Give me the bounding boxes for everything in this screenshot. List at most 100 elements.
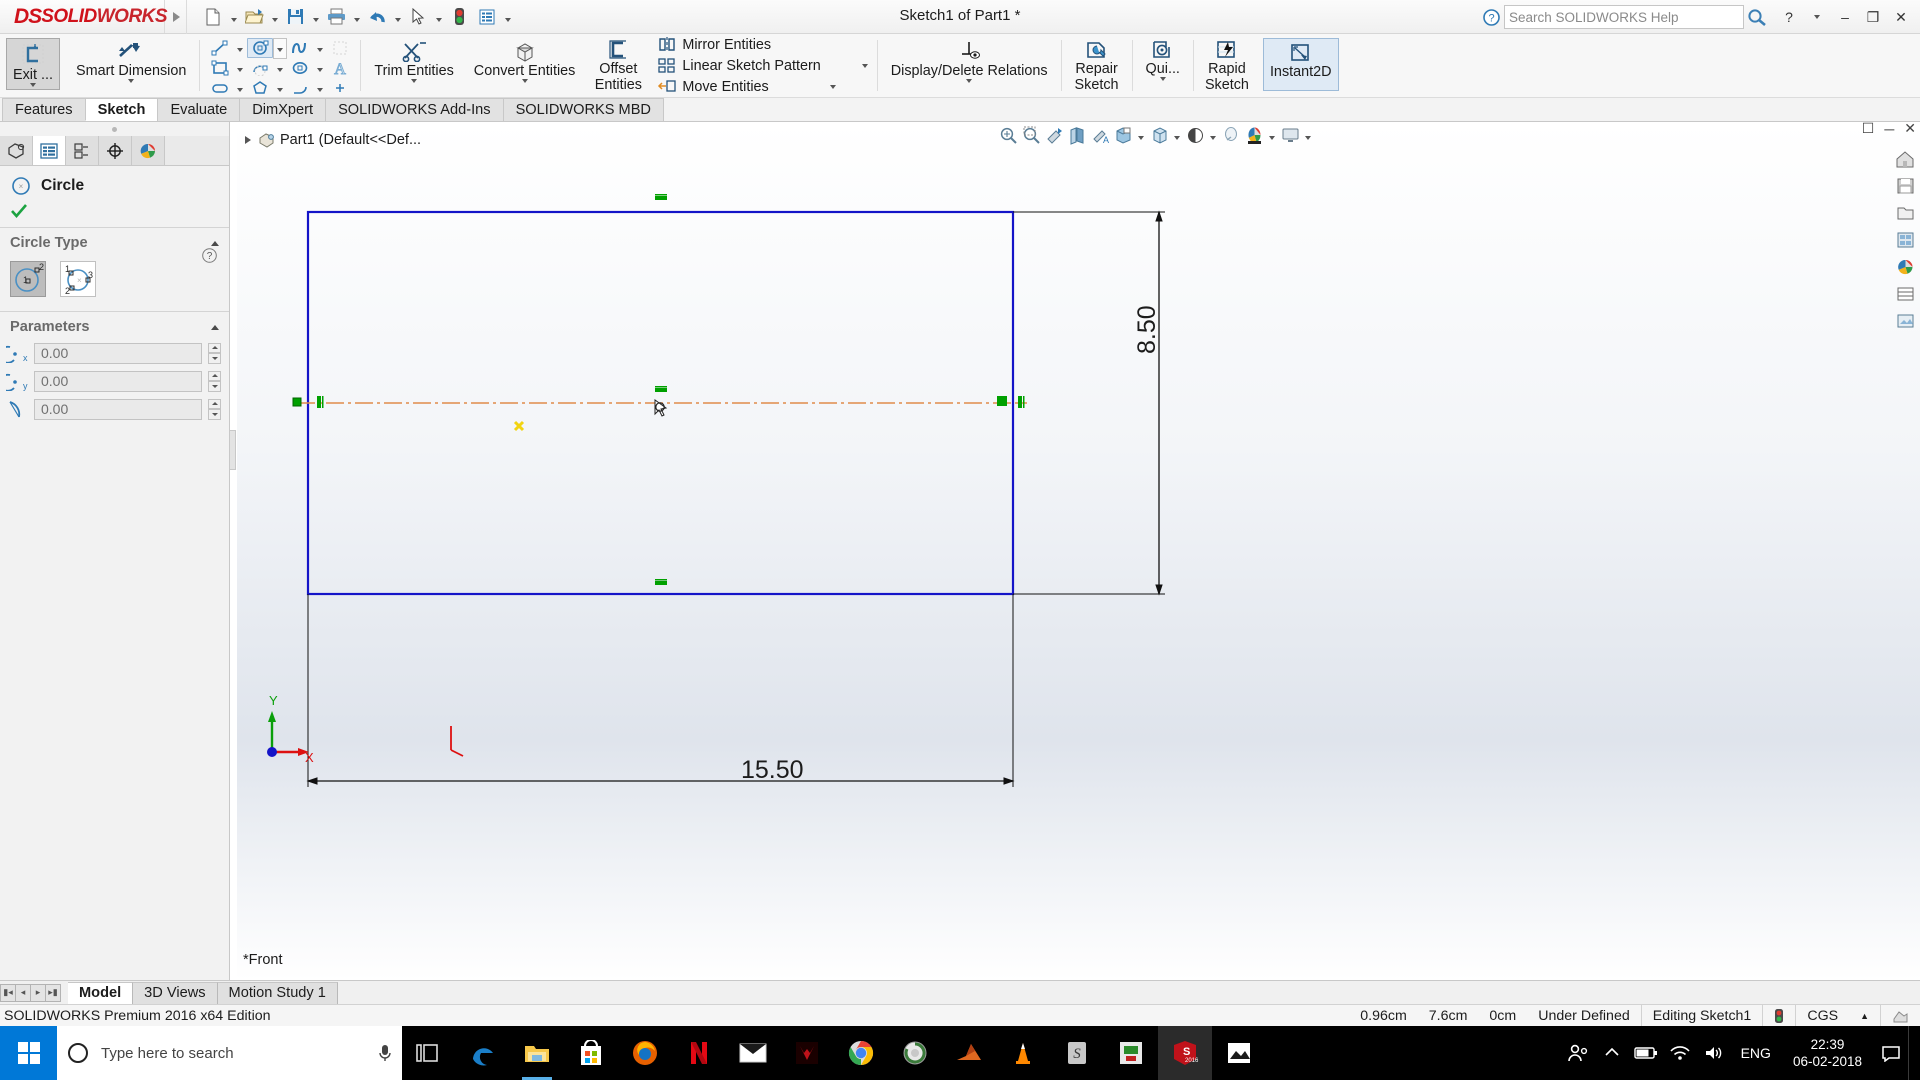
- traffic-light-rebuild-icon[interactable]: [445, 3, 473, 31]
- repair-sketch-button[interactable]: Repair Sketch: [1069, 34, 1125, 97]
- quick-snaps-dropdown-icon[interactable]: [1159, 77, 1166, 81]
- tab-features[interactable]: Features: [2, 98, 86, 121]
- rectangle-tool-dropdown-icon[interactable]: [233, 58, 247, 78]
- dimension-vertical-value[interactable]: 8.50: [1133, 305, 1162, 354]
- tab-solidworks-mbd[interactable]: SOLIDWORKS MBD: [502, 98, 664, 121]
- matlab-icon[interactable]: [942, 1026, 996, 1080]
- text-tool-icon[interactable]: A: [327, 58, 353, 78]
- taskbar-search-box[interactable]: Type here to search: [57, 1026, 402, 1080]
- spline-tool-icon[interactable]: [287, 38, 313, 58]
- center-y-stepper[interactable]: [208, 370, 221, 392]
- status-rebuild-indicator[interactable]: [1762, 1005, 1795, 1027]
- microsoft-edge-icon[interactable]: [456, 1026, 510, 1080]
- rectangle-tool-icon[interactable]: [207, 58, 233, 78]
- previous-tab-button[interactable]: ◂: [15, 983, 31, 1002]
- accept-button[interactable]: [0, 197, 229, 227]
- recuva-icon[interactable]: [888, 1026, 942, 1080]
- photos-icon[interactable]: [1212, 1026, 1266, 1080]
- mail-icon[interactable]: [726, 1026, 780, 1080]
- arc-tool-dropdown-icon[interactable]: [273, 58, 287, 78]
- solidworks-2016-icon[interactable]: S 2016: [1158, 1026, 1212, 1080]
- sketch-canvas[interactable]: Y X: [237, 122, 1920, 980]
- line-tool-dropdown-icon[interactable]: [233, 38, 247, 58]
- options-button[interactable]: [473, 3, 514, 31]
- arc-tool-icon[interactable]: [247, 58, 273, 78]
- tab-evaluate[interactable]: Evaluate: [157, 98, 241, 121]
- save-document-button[interactable]: [281, 3, 322, 31]
- new-document-dropdown-icon[interactable]: [227, 3, 240, 31]
- panel-collapse-handle[interactable]: [0, 122, 229, 136]
- property-manager-help-button[interactable]: ?: [202, 248, 217, 263]
- menu-expand-icon[interactable]: [165, 0, 187, 34]
- last-tab-button[interactable]: ▸▮: [45, 983, 61, 1002]
- taskbar-clock[interactable]: 22:39 06-02-2018: [1781, 1036, 1874, 1070]
- start-button[interactable]: [0, 1026, 57, 1080]
- line-tool-icon[interactable]: [207, 38, 233, 58]
- slot-tool-dropdown-icon[interactable]: [233, 78, 247, 98]
- display-delete-relations-dropdown-icon[interactable]: [966, 79, 973, 83]
- feature-manager-tree-tab[interactable]: [0, 136, 33, 165]
- exit-sketch-button[interactable]: Exit ...: [6, 38, 60, 90]
- people-icon[interactable]: [1561, 1026, 1595, 1080]
- fillet-tool-dropdown-icon[interactable]: [313, 78, 327, 98]
- undo-button[interactable]: [363, 3, 404, 31]
- minimize-button[interactable]: –: [1832, 5, 1858, 29]
- linear-sketch-pattern-button[interactable]: Linear Sketch Pattern: [655, 55, 869, 76]
- show-desktop-button[interactable]: [1908, 1026, 1920, 1080]
- help-search-box[interactable]: Search SOLIDWORKS Help: [1504, 5, 1744, 29]
- select-cursor-icon[interactable]: [404, 3, 432, 31]
- options-list-icon[interactable]: [473, 3, 501, 31]
- select-dropdown-icon[interactable]: [432, 3, 445, 31]
- convert-entities-button[interactable]: Convert Entities: [468, 34, 582, 97]
- bottom-tab-model[interactable]: Model: [68, 981, 134, 1004]
- rebuild-button[interactable]: [445, 3, 473, 31]
- language-indicator[interactable]: ENG: [1731, 1045, 1781, 1061]
- sublime-text-icon[interactable]: S: [1050, 1026, 1104, 1080]
- radius-input[interactable]: 0.00: [34, 398, 202, 420]
- battery-icon[interactable]: [1629, 1026, 1663, 1080]
- polygon-tool-icon[interactable]: [247, 78, 273, 98]
- netflix-icon[interactable]: [672, 1026, 726, 1080]
- parameters-section-header[interactable]: Parameters: [0, 311, 229, 339]
- restore-button[interactable]: ❐: [1860, 5, 1886, 29]
- print-document-button[interactable]: [322, 3, 363, 31]
- firefox-icon[interactable]: [618, 1026, 672, 1080]
- next-tab-button[interactable]: ▸: [30, 983, 46, 1002]
- microsoft-store-icon[interactable]: [564, 1026, 618, 1080]
- close-button[interactable]: ✕: [1888, 5, 1914, 29]
- help-button[interactable]: ?: [1776, 5, 1802, 29]
- help-search-icon[interactable]: ?: [1478, 5, 1504, 29]
- print-document-icon[interactable]: [322, 3, 350, 31]
- open-document-dropdown-icon[interactable]: [268, 3, 281, 31]
- configuration-manager-tab[interactable]: [66, 136, 99, 165]
- center-x-stepper[interactable]: [208, 342, 221, 364]
- center-x-input[interactable]: 0.00: [34, 342, 202, 364]
- print-document-dropdown-icon[interactable]: [350, 3, 363, 31]
- trim-entities-button[interactable]: Trim Entities: [368, 34, 459, 97]
- help-dropdown-icon[interactable]: [1804, 5, 1830, 29]
- smart-dimension-button[interactable]: Smart Dimension: [70, 34, 192, 97]
- google-chrome-icon[interactable]: [834, 1026, 888, 1080]
- search-submit-icon[interactable]: [1744, 5, 1770, 29]
- spline-tool-dropdown-icon[interactable]: [313, 38, 327, 58]
- tab-navigation-buttons[interactable]: ▮◂ ◂ ▸ ▸▮: [0, 983, 61, 1002]
- select-button[interactable]: [404, 3, 445, 31]
- linear-sketch-pattern-dropdown-icon[interactable]: [861, 63, 868, 68]
- tab-solidworks-add-ins[interactable]: SOLIDWORKS Add-Ins: [325, 98, 504, 121]
- center-y-input[interactable]: 0.00: [34, 370, 202, 392]
- trim-entities-dropdown-icon[interactable]: [411, 79, 418, 83]
- bottom-tab-3d-views[interactable]: 3D Views: [133, 981, 218, 1004]
- instant2d-button[interactable]: Instant2D: [1262, 38, 1339, 91]
- first-tab-button[interactable]: ▮◂: [0, 983, 16, 1002]
- display-manager-tab[interactable]: [132, 136, 165, 165]
- wifi-icon[interactable]: [1663, 1026, 1697, 1080]
- convert-entities-dropdown-icon[interactable]: [521, 79, 528, 83]
- predator-icon[interactable]: [780, 1026, 834, 1080]
- status-units-expand-icon[interactable]: ▲: [1849, 1005, 1880, 1027]
- status-units[interactable]: CGS: [1795, 1005, 1849, 1027]
- move-entities-button[interactable]: Move Entities: [655, 76, 869, 97]
- move-entities-dropdown-icon[interactable]: [829, 84, 836, 89]
- fillet-tool-icon[interactable]: [287, 78, 313, 98]
- undo-icon[interactable]: [363, 3, 391, 31]
- rapid-sketch-button[interactable]: Rapid Sketch: [1201, 34, 1253, 97]
